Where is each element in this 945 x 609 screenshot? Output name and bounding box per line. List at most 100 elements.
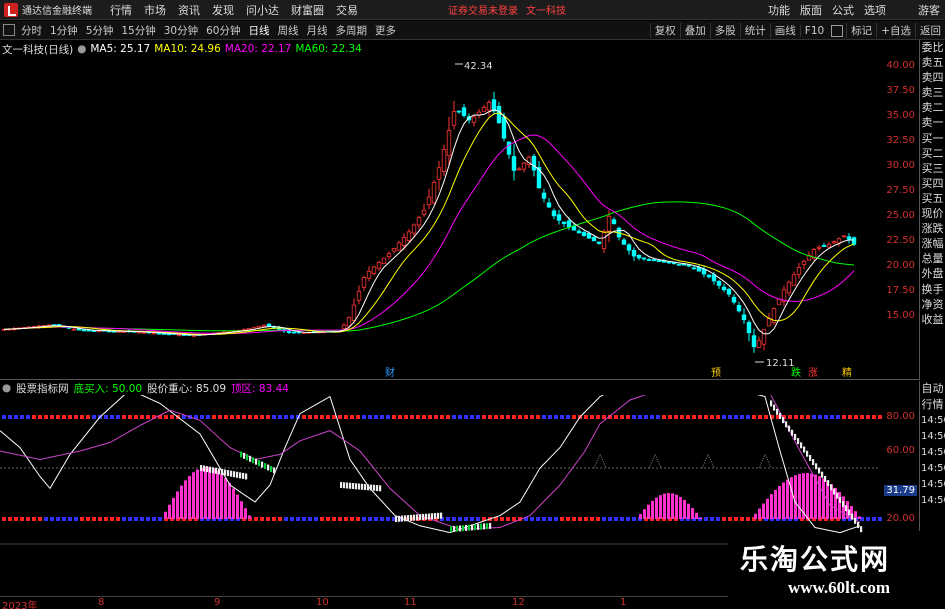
candle-body[interactable] xyxy=(446,130,452,156)
candle-body[interactable] xyxy=(511,156,517,171)
menu-ask[interactable]: 问小达 xyxy=(240,2,285,18)
menu-wealth[interactable]: 财富圈 xyxy=(285,2,330,18)
period-30min[interactable]: 30分钟 xyxy=(160,23,202,38)
candle-body[interactable] xyxy=(586,233,592,239)
candle-body[interactable] xyxy=(776,298,782,305)
settings-icon[interactable] xyxy=(831,24,844,37)
candle-body[interactable] xyxy=(71,328,77,331)
candle-body[interactable] xyxy=(581,231,587,236)
candle-body[interactable] xyxy=(601,231,607,249)
candle-body[interactable] xyxy=(396,242,402,251)
candle-body[interactable] xyxy=(756,340,762,348)
candle-body[interactable] xyxy=(406,231,412,241)
candle-body[interactable] xyxy=(496,105,502,124)
period-intraday[interactable]: 分时 xyxy=(17,23,46,38)
candle-body[interactable] xyxy=(691,267,697,270)
candle-body[interactable] xyxy=(341,324,347,329)
candle-body[interactable] xyxy=(706,274,712,278)
candle-body[interactable] xyxy=(801,260,807,265)
candle-body[interactable] xyxy=(291,331,297,334)
candle-body[interactable] xyxy=(571,226,577,231)
candle-body[interactable] xyxy=(576,230,582,234)
f10-button[interactable]: F10 xyxy=(799,24,828,37)
candle-body[interactable] xyxy=(551,210,557,217)
draw-line-button[interactable]: 画线 xyxy=(769,23,800,38)
candle-body[interactable] xyxy=(676,263,682,266)
candle-body[interactable] xyxy=(741,314,747,321)
candle-body[interactable] xyxy=(831,241,837,244)
candle-body[interactable] xyxy=(501,116,507,139)
adjust-button[interactable]: 复权 xyxy=(649,23,680,38)
candle-body[interactable] xyxy=(176,334,182,337)
candle-body[interactable] xyxy=(716,281,722,286)
candle-body[interactable] xyxy=(421,209,427,215)
period-monthly[interactable]: 月线 xyxy=(303,23,332,38)
candle-body[interactable] xyxy=(846,236,852,240)
candle-body[interactable] xyxy=(286,330,292,333)
candle-body[interactable] xyxy=(566,220,572,228)
candle-body[interactable] xyxy=(726,288,732,295)
menu-market[interactable]: 市场 xyxy=(138,2,172,18)
period-5min[interactable]: 5分钟 xyxy=(82,23,118,38)
marker-forecast[interactable]: 预 xyxy=(711,367,721,379)
candle-body[interactable] xyxy=(656,260,662,262)
candle-body[interactable] xyxy=(596,241,602,244)
period-weekly[interactable]: 周线 xyxy=(274,23,303,38)
candle-body[interactable] xyxy=(746,322,752,334)
chart-toggle-icon[interactable] xyxy=(3,24,15,36)
candle-body[interactable] xyxy=(546,202,552,208)
candle-body[interactable] xyxy=(431,181,437,204)
menu-layout[interactable]: 版面 xyxy=(795,2,827,18)
candle-body[interactable] xyxy=(471,116,477,123)
candle-body[interactable] xyxy=(441,149,447,172)
candle-body[interactable] xyxy=(791,274,797,286)
candle-body[interactable] xyxy=(491,99,497,112)
candle-body[interactable] xyxy=(761,329,767,345)
candle-body[interactable] xyxy=(836,238,842,244)
candle-body[interactable] xyxy=(521,162,527,170)
candle-body[interactable] xyxy=(401,236,407,246)
candle-body[interactable] xyxy=(346,317,352,327)
candle-body[interactable] xyxy=(841,235,847,238)
marker-rise[interactable]: 涨 xyxy=(808,367,818,379)
menu-trade[interactable]: 交易 xyxy=(330,2,364,18)
candle-body[interactable] xyxy=(826,243,832,248)
candle-body[interactable] xyxy=(91,330,97,332)
tab-quotes[interactable]: 行情 xyxy=(920,397,945,413)
period-15min[interactable]: 15分钟 xyxy=(117,23,159,38)
candle-body[interactable] xyxy=(506,141,512,155)
menu-function[interactable]: 功能 xyxy=(763,2,795,18)
mark-button[interactable]: 标记 xyxy=(846,23,876,38)
period-more[interactable]: 更多 xyxy=(371,23,400,38)
back-button[interactable]: 返回 xyxy=(915,23,945,38)
candle-body[interactable] xyxy=(436,167,442,180)
candle-body[interactable] xyxy=(636,254,642,259)
candle-body[interactable] xyxy=(426,196,432,205)
candle-body[interactable] xyxy=(416,217,422,226)
candle-body[interactable] xyxy=(731,296,737,303)
candle-body[interactable] xyxy=(651,259,657,262)
candle-body[interactable] xyxy=(361,277,367,288)
candle-body[interactable] xyxy=(141,331,147,334)
indicator-name[interactable]: 股票指标网 xyxy=(16,381,69,396)
menu-guest[interactable]: 游客 xyxy=(913,2,945,18)
candle-body[interactable] xyxy=(626,244,632,251)
period-1min[interactable]: 1分钟 xyxy=(46,23,82,38)
menu-quotes[interactable]: 行情 xyxy=(104,2,138,18)
candle-body[interactable] xyxy=(821,245,827,247)
candle-body[interactable] xyxy=(371,266,377,274)
candle-body[interactable] xyxy=(561,221,567,224)
candle-body[interactable] xyxy=(376,262,382,269)
candle-body[interactable] xyxy=(686,264,692,267)
candle-body[interactable] xyxy=(351,304,357,321)
candle-body[interactable] xyxy=(266,323,272,327)
candle-body[interactable] xyxy=(766,317,772,327)
candle-body[interactable] xyxy=(556,214,562,221)
candle-body[interactable] xyxy=(366,270,372,279)
candle-body[interactable] xyxy=(611,219,617,225)
menu-options[interactable]: 选项 xyxy=(859,2,891,18)
menu-formula[interactable]: 公式 xyxy=(827,2,859,18)
candle-body[interactable] xyxy=(721,286,727,291)
candle-body[interactable] xyxy=(381,257,387,264)
candle-body[interactable] xyxy=(516,168,522,171)
